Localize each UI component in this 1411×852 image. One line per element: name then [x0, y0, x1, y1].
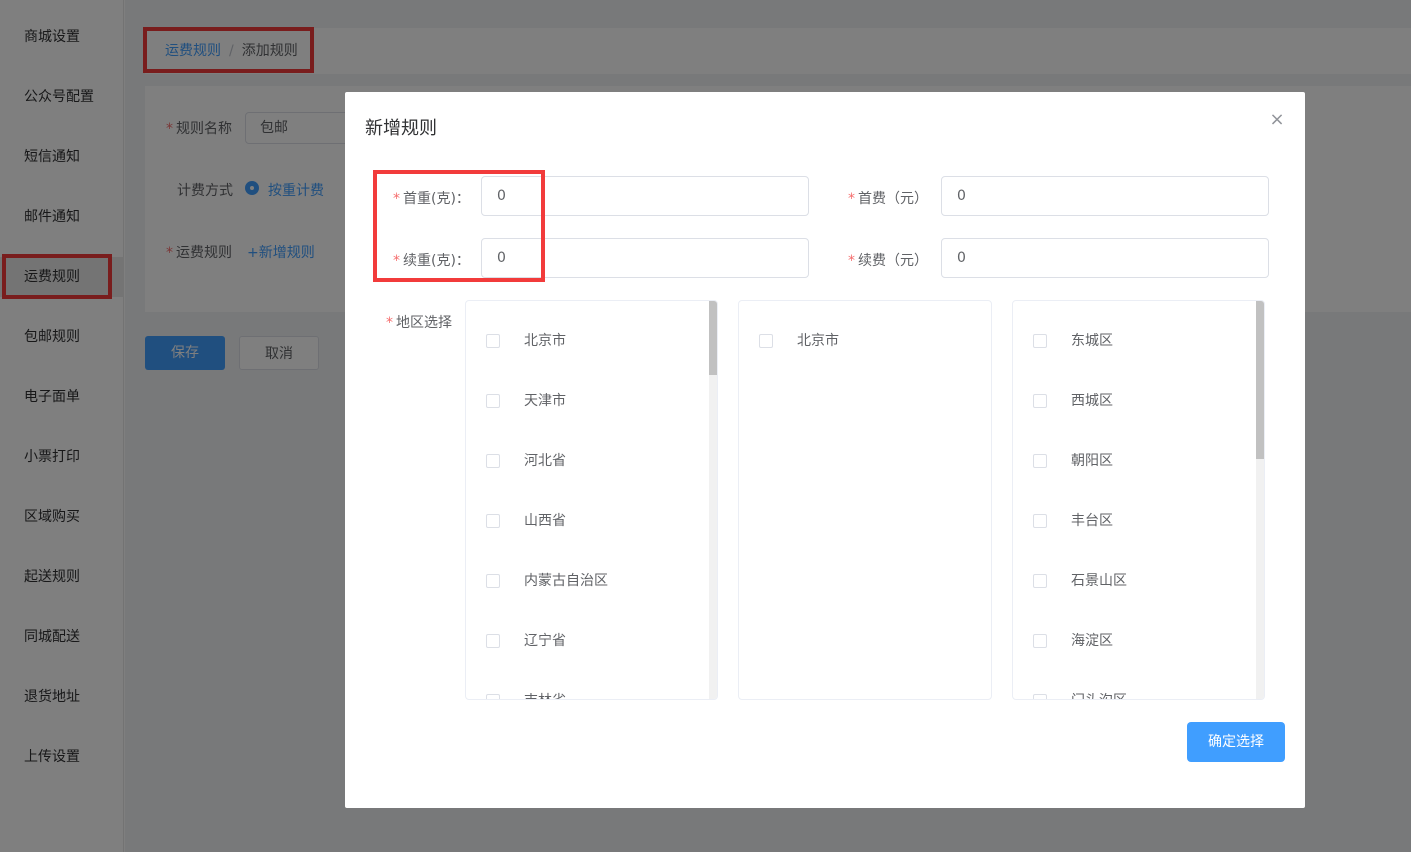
district-label: 海淀区 — [1071, 633, 1113, 649]
district-label: 门头沟区 — [1071, 691, 1127, 699]
scrollbar-thumb[interactable] — [1256, 301, 1264, 459]
district-label: 朝阳区 — [1071, 453, 1113, 469]
checkbox[interactable] — [486, 574, 500, 588]
province-label: 山西省 — [524, 513, 566, 529]
checkbox[interactable] — [1033, 574, 1047, 588]
checkbox[interactable] — [1033, 514, 1047, 528]
checkbox[interactable] — [1033, 634, 1047, 648]
required-mark: * — [848, 191, 855, 207]
province-label: 天津市 — [524, 393, 566, 409]
checkbox[interactable] — [1033, 454, 1047, 468]
checkbox[interactable] — [486, 634, 500, 648]
district-label: 西城区 — [1071, 393, 1113, 409]
scrollbar-thumb[interactable] — [709, 301, 717, 375]
city-label: 北京市 — [797, 333, 839, 349]
region-select-label-text: 地区选择 — [396, 315, 452, 331]
district-label: 石景山区 — [1071, 573, 1127, 589]
checkbox[interactable] — [1033, 334, 1047, 348]
extra-fee-label: * 续费（元） — [848, 250, 928, 270]
region-select-label: * 地区选择 — [386, 312, 452, 332]
district-scrollbar[interactable] — [1256, 301, 1264, 699]
province-label: 内蒙古自治区 — [524, 573, 608, 589]
checkbox[interactable] — [1033, 694, 1047, 699]
district-label: 东城区 — [1071, 333, 1113, 349]
checkbox[interactable] — [759, 334, 773, 348]
dialog-title: 新增规则 — [365, 118, 437, 139]
close-icon[interactable]: × — [1267, 110, 1287, 130]
province-label: 河北省 — [524, 453, 566, 469]
add-rule-dialog: 新增规则 × * 首重(克)： 0 * 首费（元） 0 * 续重(克)： 0 * 续费（… — [345, 92, 1305, 808]
first-fee-input[interactable]: 0 — [941, 176, 1269, 216]
province-scrollbar[interactable] — [709, 301, 717, 699]
first-fee-label-text: 首费（元） — [858, 191, 928, 207]
checkbox[interactable] — [486, 514, 500, 528]
province-list[interactable]: 北京市 天津市 河北省 山西省 内蒙古自治区 辽宁省 吉林省 — [465, 300, 718, 700]
checkbox[interactable] — [486, 454, 500, 468]
extra-fee-label-text: 续费（元） — [858, 253, 928, 269]
highlight-weight-fields — [373, 170, 545, 282]
checkbox[interactable] — [486, 694, 500, 699]
required-mark: * — [386, 315, 393, 331]
confirm-selection-button[interactable]: 确定选择 — [1187, 722, 1285, 762]
checkbox[interactable] — [486, 334, 500, 348]
district-label: 丰台区 — [1071, 513, 1113, 529]
checkbox[interactable] — [486, 394, 500, 408]
province-label: 北京市 — [524, 333, 566, 349]
city-list[interactable]: 北京市 — [738, 300, 992, 700]
required-mark: * — [848, 253, 855, 269]
province-label: 辽宁省 — [524, 633, 566, 649]
extra-fee-input[interactable]: 0 — [941, 238, 1269, 278]
district-list[interactable]: 东城区 西城区 朝阳区 丰台区 石景山区 海淀区 门头沟区 — [1012, 300, 1265, 700]
first-fee-label: * 首费（元） — [848, 188, 928, 208]
province-label: 吉林省 — [524, 691, 566, 699]
checkbox[interactable] — [1033, 394, 1047, 408]
